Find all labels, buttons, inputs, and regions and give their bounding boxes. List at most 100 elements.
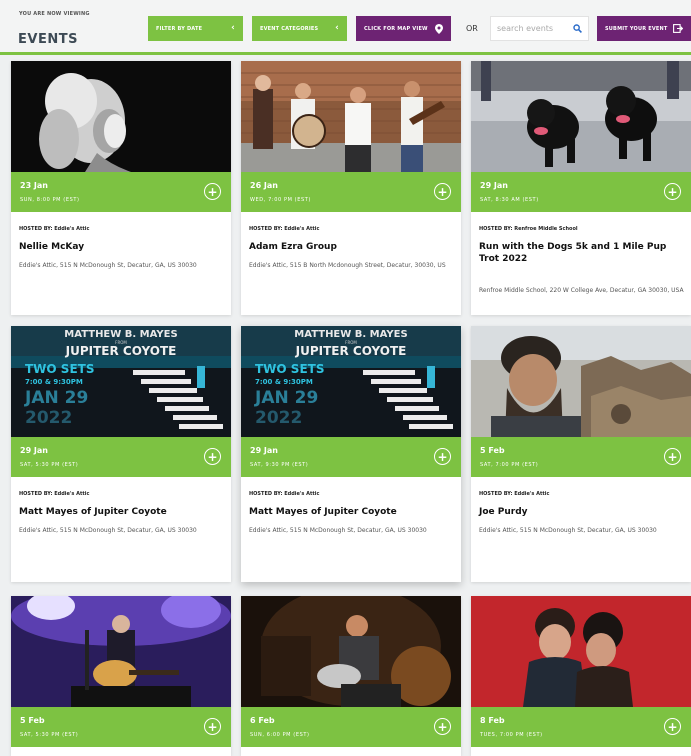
event-image[interactable]	[471, 326, 691, 437]
event-host: HOSTED BY: Renfroe Middle School	[479, 226, 578, 232]
add-event-button[interactable]: +	[664, 183, 681, 200]
event-time: SAT, 9:30 PM (EST)	[250, 462, 309, 468]
search-box	[490, 16, 589, 41]
add-event-button[interactable]: +	[434, 183, 451, 200]
event-name[interactable]: Matt Mayes of Jupiter Coyote	[19, 506, 224, 518]
poster-year: 2022	[25, 408, 72, 428]
event-date: 29 Jan	[20, 446, 48, 455]
event-name[interactable]: Joe Purdy	[479, 506, 684, 518]
event-date: 26 Jan	[250, 181, 278, 190]
event-time: SAT, 5:30 PM (EST)	[20, 462, 79, 468]
poster-year: 2022	[255, 408, 302, 428]
event-name[interactable]: Adam Ezra Group	[249, 241, 454, 253]
event-date: 6 Feb	[250, 716, 275, 725]
poster-date: JAN 29	[24, 388, 88, 408]
chevron-left-icon: ‹	[335, 23, 339, 33]
event-image[interactable]	[241, 596, 461, 707]
event-time: SAT, 5:30 PM (EST)	[20, 732, 79, 738]
poster-times: 7:00 & 9:30PM	[255, 378, 313, 386]
event-time: SUN, 6:00 PM (EST)	[250, 732, 310, 738]
poster-band: JUPITER COYOTE	[295, 344, 407, 358]
plus-icon: +	[667, 719, 678, 734]
add-event-button[interactable]: +	[664, 448, 681, 465]
add-event-button[interactable]: +	[434, 448, 451, 465]
event-image[interactable]: MATTHEW B. MAYES FROM JUPITER COYOTE TWO…	[11, 326, 231, 437]
add-event-button[interactable]: +	[204, 718, 221, 735]
event-date-band: 29 Jan SAT, 8:30 AM (EST) +	[471, 172, 691, 212]
submit-event-button[interactable]: SUBMIT YOUR EVENT	[597, 16, 691, 41]
event-time: SAT, 7:00 PM (EST)	[480, 462, 539, 468]
event-date-band: 29 Jan SAT, 9:30 PM (EST) +	[241, 437, 461, 477]
plus-icon: +	[207, 449, 218, 464]
header-divider	[0, 52, 691, 55]
viewing-label: YOU ARE NOW VIEWING	[19, 11, 90, 17]
event-date-band: 5 Feb SAT, 5:30 PM (EST) +	[11, 707, 231, 747]
poster-title: MATTHEW B. MAYES	[294, 329, 407, 340]
event-name[interactable]: Nellie McKay	[19, 241, 224, 253]
event-date-band: 26 Jan WED, 7:00 PM (EST) +	[241, 172, 461, 212]
filter-by-date-label: FILTER BY DATE	[156, 25, 203, 32]
plus-icon: +	[667, 449, 678, 464]
map-view-button[interactable]: CLICK FOR MAP VIEW	[356, 16, 451, 41]
event-image[interactable]: MATTHEW B. MAYES FROM JUPITER COYOTE TWO…	[241, 326, 461, 437]
event-card[interactable]: 5 Feb SAT, 5:30 PM (EST) +	[11, 596, 231, 756]
submit-arrow-icon	[673, 24, 683, 33]
event-host: HOSTED BY: Eddie's Attic	[249, 491, 320, 497]
add-event-button[interactable]: +	[204, 448, 221, 465]
event-host: HOSTED BY: Eddie's Attic	[249, 226, 320, 232]
event-image[interactable]	[471, 596, 691, 707]
filter-by-date-button[interactable]: FILTER BY DATE ‹	[148, 16, 243, 41]
event-host: HOSTED BY: Eddie's Attic	[479, 491, 550, 497]
event-card[interactable]: 8 Feb TUES, 7:00 PM (EST) +	[471, 596, 691, 756]
event-card[interactable]: 29 Jan SAT, 8:30 AM (EST) + HOSTED BY: R…	[471, 61, 691, 315]
search-input[interactable]	[497, 24, 569, 33]
poster-sets: TWO SETS	[25, 362, 94, 376]
poster-band: JUPITER COYOTE	[65, 344, 177, 358]
event-date: 29 Jan	[480, 181, 508, 190]
page-title: EVENTS	[18, 32, 78, 47]
event-card[interactable]: 6 Feb SUN, 6:00 PM (EST) +	[241, 596, 461, 756]
event-address: Eddie's Attic, 515 B North Mcdonough Str…	[249, 262, 446, 269]
poster-date: JAN 29	[254, 388, 318, 408]
event-address: Eddie's Attic, 515 N McDonough St, Decat…	[479, 527, 657, 534]
plus-icon: +	[667, 184, 678, 199]
or-separator: OR	[466, 24, 478, 33]
event-date: 23 Jan	[20, 181, 48, 190]
search-icon[interactable]	[573, 24, 582, 33]
event-date: 5 Feb	[480, 446, 505, 455]
plus-icon: +	[207, 719, 218, 734]
map-view-label: CLICK FOR MAP VIEW	[364, 25, 428, 32]
event-address: Eddie's Attic, 515 N McDonough St, Decat…	[19, 527, 197, 534]
chevron-left-icon: ‹	[231, 23, 235, 33]
event-date-band: 23 Jan SUN, 8:00 PM (EST) +	[11, 172, 231, 212]
plus-icon: +	[437, 449, 448, 464]
event-card[interactable]: 23 Jan SUN, 8:00 PM (EST) + HOSTED BY: E…	[11, 61, 231, 315]
plus-icon: +	[437, 184, 448, 199]
event-image[interactable]	[11, 596, 231, 707]
event-name[interactable]: Run with the Dogs 5k and 1 Mile Pup Trot…	[479, 241, 684, 265]
event-name[interactable]: Matt Mayes of Jupiter Coyote	[249, 506, 454, 518]
event-time: WED, 7:00 PM (EST)	[250, 197, 311, 203]
event-card[interactable]: 5 Feb SAT, 7:00 PM (EST) + HOSTED BY: Ed…	[471, 326, 691, 582]
event-categories-label: EVENT CATEGORIES	[260, 25, 319, 32]
event-image[interactable]	[241, 61, 461, 172]
add-event-button[interactable]: +	[204, 183, 221, 200]
event-card[interactable]: MATTHEW B. MAYES FROM JUPITER COYOTE TWO…	[241, 326, 461, 582]
add-event-button[interactable]: +	[434, 718, 451, 735]
event-date: 8 Feb	[480, 716, 505, 725]
event-card[interactable]: MATTHEW B. MAYES FROM JUPITER COYOTE TWO…	[11, 326, 231, 582]
event-categories-button[interactable]: EVENT CATEGORIES ‹	[252, 16, 347, 41]
event-date-band: 5 Feb SAT, 7:00 PM (EST) +	[471, 437, 691, 477]
event-host: HOSTED BY: Eddie's Attic	[19, 226, 90, 232]
event-image[interactable]	[471, 61, 691, 172]
map-pin-icon	[435, 23, 443, 34]
event-date: 5 Feb	[20, 716, 45, 725]
event-address: Eddie's Attic, 515 N McDonough St, Decat…	[249, 527, 427, 534]
add-event-button[interactable]: +	[664, 718, 681, 735]
event-time: TUES, 7:00 PM (EST)	[480, 732, 543, 738]
event-time: SUN, 8:00 PM (EST)	[20, 197, 80, 203]
event-address: Eddie's Attic, 515 N McDonough St, Decat…	[19, 262, 197, 269]
event-address: Renfroe Middle School, 220 W College Ave…	[479, 287, 684, 294]
event-image[interactable]	[11, 61, 231, 172]
event-card[interactable]: 26 Jan WED, 7:00 PM (EST) + HOSTED BY: E…	[241, 61, 461, 315]
